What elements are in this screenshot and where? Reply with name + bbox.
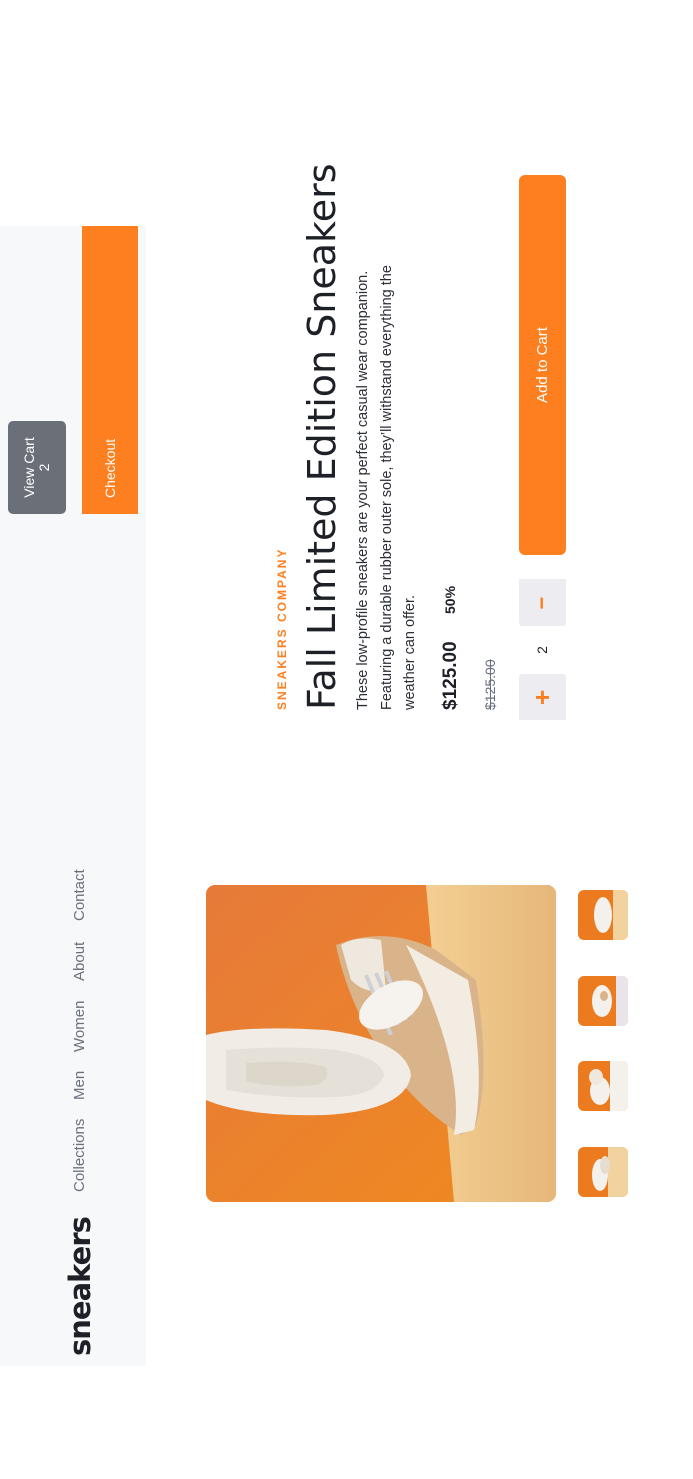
view-cart-content: View Cart 2 [8,421,66,514]
brand-logo[interactable]: sneakers [63,1206,97,1356]
product-main-image[interactable] [206,885,556,1202]
checkout-label: Checkout [102,438,118,498]
thumbnail-image [578,1147,628,1197]
cart-count-badge: 2 [36,463,52,472]
thumbnail-2[interactable] [578,1061,628,1111]
product-title: Fall Limited Edition Sneakers [300,163,344,710]
sneaker-photo [206,885,556,1202]
quantity-stepper[interactable]: 2 [519,626,566,674]
thumbnail-3[interactable] [578,976,628,1026]
view-cart-button[interactable]: View Cart 2 [8,421,66,514]
nav-item-collections[interactable]: Collections [70,1119,90,1192]
thumbnail-image [578,1061,628,1111]
add-to-cart-button[interactable]: Add to Cart [519,175,566,555]
add-to-cart-label: Add to Cart [534,327,551,403]
nav-item-contact[interactable]: Contact [70,869,90,921]
thumbnail-1[interactable] [578,1147,628,1197]
checkout-button[interactable]: Checkout [82,226,138,514]
discount-badge: 50% [442,585,458,614]
original-price: $125.00 [482,659,498,710]
view-cart-label: View Cart [21,437,37,498]
quantity-value: 2 [534,646,550,654]
nav-item-men[interactable]: Men [70,1071,90,1100]
company-label: SNEAKERS COMPANY [275,547,289,710]
thumbnail-4[interactable] [578,890,628,940]
quantity-increase-button[interactable]: + [519,674,566,720]
product-description: These low-profile sneakers are your perf… [355,265,418,710]
minus-icon: − [529,596,554,610]
plus-icon: + [534,681,551,712]
quantity-decrease-button[interactable]: − [519,579,566,626]
thumbnail-image [578,976,628,1026]
nav-item-about[interactable]: About [70,942,90,981]
thumbnail-image [578,890,628,940]
product-price: $125.00 [440,641,461,710]
nav-item-women[interactable]: Women [70,1001,90,1052]
